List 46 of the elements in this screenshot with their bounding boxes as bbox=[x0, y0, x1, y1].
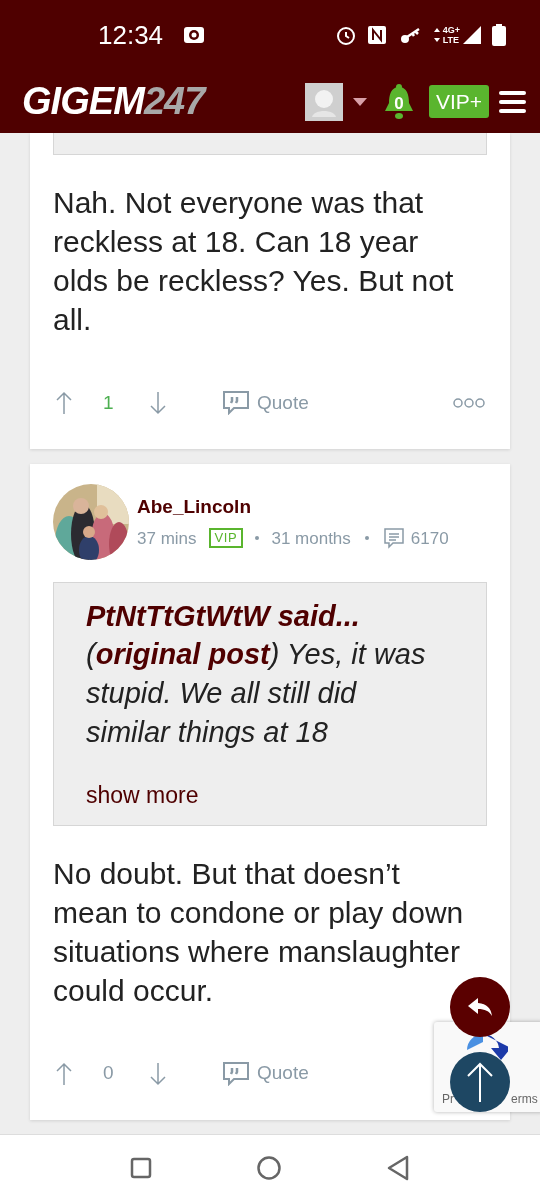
reply-arrow-icon bbox=[466, 996, 494, 1018]
quote-bubble-icon bbox=[223, 391, 249, 415]
post-time: 37 mins bbox=[137, 527, 197, 550]
vip-badge: VIP bbox=[208, 528, 244, 549]
home-icon bbox=[256, 1154, 282, 1181]
author-name[interactable]: Abe_Lincoln bbox=[137, 493, 449, 522]
quote-bubble-icon bbox=[223, 1061, 249, 1086]
battery-icon bbox=[492, 24, 506, 46]
upvote-arrow-icon bbox=[55, 391, 73, 415]
nfc-icon bbox=[366, 25, 387, 45]
quote-author: PtNtTtGtWtW said... bbox=[86, 599, 361, 634]
downvote-arrow-icon bbox=[149, 1061, 167, 1086]
vote-score: 0 bbox=[103, 1061, 115, 1086]
comment-icon bbox=[382, 527, 405, 550]
member-tenure: 31 months bbox=[271, 527, 351, 550]
post-count: 6170 bbox=[410, 527, 449, 550]
bell-icon bbox=[382, 82, 415, 121]
profile-avatar[interactable] bbox=[304, 82, 343, 121]
site-logo[interactable]: GIGEM247 bbox=[22, 73, 205, 130]
up-arrow-icon bbox=[466, 1062, 494, 1102]
menu-icon bbox=[499, 90, 526, 113]
more-options-icon bbox=[453, 398, 485, 408]
caret-icon bbox=[352, 97, 367, 106]
network-type-label: LTE bbox=[442, 35, 460, 45]
clock: 12:34 bbox=[98, 18, 164, 52]
recent-apps-icon bbox=[130, 1156, 152, 1179]
notification-count: 0 bbox=[394, 92, 404, 115]
vote-score: 1 bbox=[103, 390, 115, 415]
recaptcha-text[interactable]: erms bbox=[511, 1090, 538, 1108]
network-label: 4G+ bbox=[442, 25, 460, 35]
back-icon bbox=[386, 1154, 410, 1181]
data-arrows-icon bbox=[432, 27, 441, 43]
quote-button[interactable]: Quote bbox=[223, 388, 309, 418]
screen-record-icon bbox=[183, 26, 206, 44]
post-body: No doubt. But that doesn’t mean to condone or play down situations where manslaughter could occur. bbox=[53, 855, 465, 1009]
signal-icon bbox=[462, 25, 482, 45]
recaptcha-text[interactable]: Pr bbox=[442, 1090, 454, 1108]
post-body: Nah. Not everyone was that reckless at 18. Can 18 year olds be reckless? Yes. But not all. bbox=[53, 185, 455, 338]
quote-text: (original post) Yes, it was stupid. We all still did similar things at 18 bbox=[86, 637, 427, 750]
downvote-arrow-icon bbox=[149, 391, 167, 415]
alarm-icon bbox=[334, 24, 357, 46]
quote-button[interactable]: Quote bbox=[223, 1059, 309, 1088]
separator-dot-icon bbox=[255, 536, 260, 541]
show-more-link[interactable]: show more bbox=[86, 778, 446, 813]
separator-dot-icon bbox=[364, 536, 369, 541]
upvote-arrow-icon bbox=[55, 1061, 73, 1086]
